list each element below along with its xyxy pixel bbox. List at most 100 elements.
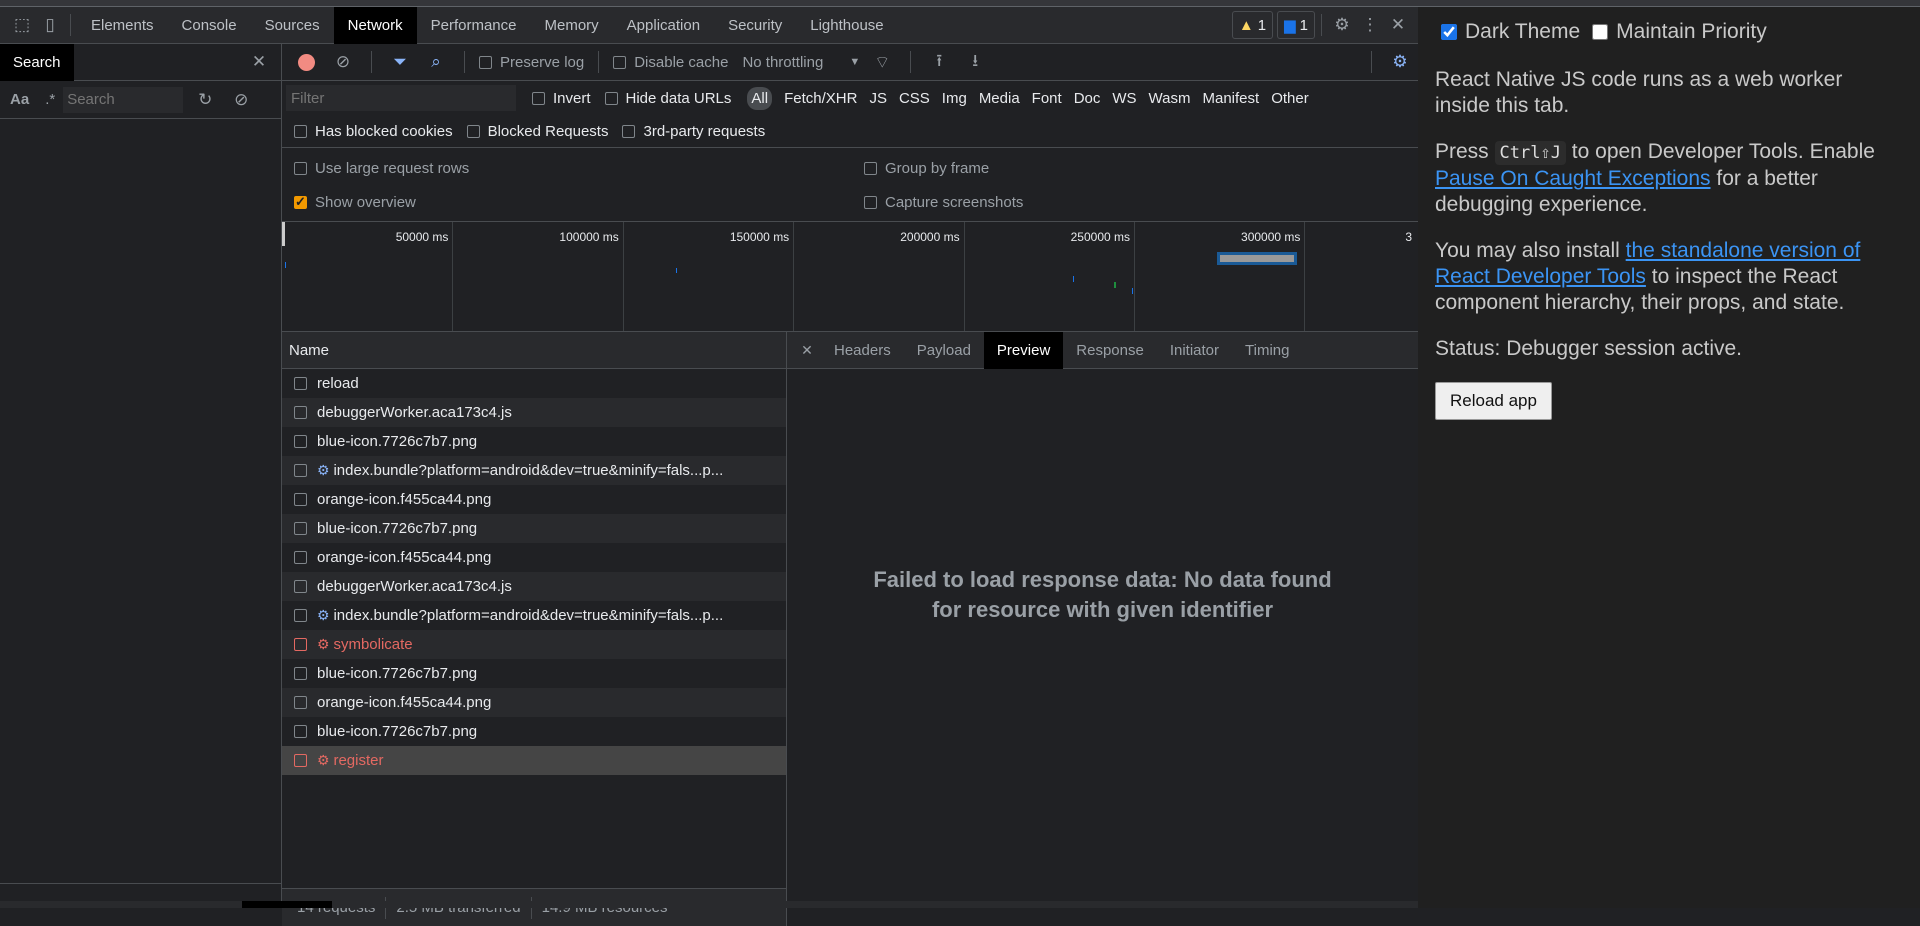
match-case-button[interactable]: Aa <box>10 91 29 108</box>
details-tab-preview[interactable]: Preview <box>983 331 1064 369</box>
inspect-element-icon[interactable]: ⬚ <box>8 11 36 39</box>
request-row[interactable]: blue-icon.7726c7b7.png <box>282 427 786 456</box>
tab-security[interactable]: Security <box>714 7 796 44</box>
clear-search-icon[interactable]: ⊘ <box>227 86 255 114</box>
invert-checkbox[interactable] <box>532 91 545 105</box>
message-line-1: Failed to load response data: No data fo… <box>873 567 1332 592</box>
row-checkbox-icon <box>294 435 307 448</box>
dark-theme-checkbox[interactable] <box>1441 24 1457 40</box>
filter-input[interactable] <box>286 85 516 111</box>
maintain-priority-checkbox[interactable] <box>1592 24 1609 40</box>
filter-type-css[interactable]: CSS <box>899 90 930 107</box>
show-overview-checkbox[interactable] <box>294 194 307 210</box>
large-rows-checkbox[interactable] <box>294 162 307 175</box>
hide-data-urls-checkbox[interactable] <box>604 91 618 105</box>
details-tab-headers[interactable]: Headers <box>821 332 904 369</box>
filter-type-media[interactable]: Media <box>979 90 1020 107</box>
devtools: ⬚ ▯ Elements Console Sources Network Perform… <box>0 6 1418 926</box>
capture-screenshots-checkbox[interactable] <box>864 196 877 209</box>
throttling-select[interactable]: No throttling <box>742 54 823 71</box>
messages-badge[interactable]: ▆ 1 <box>1277 11 1315 39</box>
overview-left-handle[interactable] <box>282 222 285 246</box>
close-search-icon[interactable]: ✕ <box>245 48 273 76</box>
filter-type-wasm[interactable]: Wasm <box>1149 90 1191 107</box>
disable-cache-checkbox[interactable] <box>613 55 627 69</box>
record-icon[interactable] <box>298 53 315 71</box>
network-overview[interactable]: 50000 ms 100000 ms 150000 ms 200000 ms 25000… <box>282 222 1418 332</box>
network-conditions-icon[interactable]: ⌔ <box>868 48 896 76</box>
filter-type-all[interactable]: All <box>747 86 773 110</box>
device-toolbar-icon[interactable]: ▯ <box>36 11 64 39</box>
network-settings-icon[interactable]: ⚙ <box>1386 48 1414 76</box>
details-tab-payload[interactable]: Payload <box>904 332 984 369</box>
request-name-text: reload <box>317 375 359 392</box>
tab-console[interactable]: Console <box>168 7 251 44</box>
has-blocked-cookies-checkbox[interactable] <box>294 124 307 138</box>
group-by-frame-label: Group by frame <box>885 160 990 177</box>
request-row[interactable]: orange-icon.f455ca44.png <box>282 543 786 572</box>
close-devtools-icon[interactable]: ✕ <box>1384 11 1412 39</box>
search-icon[interactable]: ⌕ <box>422 48 450 76</box>
filter-type-doc[interactable]: Doc <box>1074 90 1101 107</box>
filter-type-img[interactable]: Img <box>942 90 967 107</box>
request-row[interactable]: orange-icon.f455ca44.png <box>282 688 786 717</box>
tab-performance[interactable]: Performance <box>417 7 531 44</box>
tab-network[interactable]: Network <box>333 6 417 44</box>
request-name-text: orange-icon.f455ca44.png <box>317 491 492 508</box>
reload-app-button[interactable]: Reload app <box>1435 382 1552 420</box>
filter-type-js[interactable]: JS <box>869 90 887 107</box>
request-row[interactable]: debuggerWorker.aca173c4.js <box>282 572 786 601</box>
filter-type-manifest[interactable]: Manifest <box>1203 90 1260 107</box>
warning-icon: ▲ <box>1238 16 1254 34</box>
request-row[interactable]: blue-icon.7726c7b7.png <box>282 717 786 746</box>
request-row[interactable]: blue-icon.7726c7b7.png <box>282 659 786 688</box>
overview-tick-label: 250000 ms <box>1070 230 1130 244</box>
refresh-icon[interactable]: ↻ <box>191 86 219 114</box>
name-column-header[interactable]: Name <box>282 332 786 369</box>
clear-icon[interactable]: ⊘ <box>329 48 357 76</box>
search-panel-tab[interactable]: Search <box>0 43 74 81</box>
request-name: ⚙ index.bundle?platform=android&dev=true… <box>317 462 723 479</box>
tab-memory[interactable]: Memory <box>531 7 613 44</box>
settings-gear-icon[interactable]: ⚙ <box>1328 11 1356 39</box>
request-name-text: debuggerWorker.aca173c4.js <box>317 578 512 595</box>
third-party-checkbox[interactable] <box>622 124 636 138</box>
request-row[interactable]: ⚙ register <box>282 746 786 775</box>
tab-sources[interactable]: Sources <box>251 7 334 44</box>
export-har-icon[interactable]: ⭳ <box>961 48 989 76</box>
request-row[interactable]: debuggerWorker.aca173c4.js <box>282 398 786 427</box>
filter-type-ws[interactable]: WS <box>1112 90 1136 107</box>
filter-icon[interactable]: ⏷ <box>386 48 414 76</box>
details-tab-initiator[interactable]: Initiator <box>1157 332 1232 369</box>
warnings-badge[interactable]: ▲ 1 <box>1231 11 1274 39</box>
tab-elements[interactable]: Elements <box>77 7 168 44</box>
request-row[interactable]: reload <box>282 369 786 398</box>
import-har-icon[interactable]: ⭱ <box>925 48 953 76</box>
group-by-frame-checkbox[interactable] <box>864 162 877 175</box>
row-checkbox-icon <box>294 725 307 738</box>
preserve-log-checkbox[interactable] <box>479 55 492 69</box>
request-row[interactable]: orange-icon.f455ca44.png <box>282 485 786 514</box>
filter-type-fetchxhr[interactable]: Fetch/XHR <box>784 90 857 107</box>
request-row[interactable]: ⚙ index.bundle?platform=android&dev=true… <box>282 601 786 630</box>
request-row[interactable]: blue-icon.7726c7b7.png <box>282 514 786 543</box>
request-row[interactable]: ⚙ index.bundle?platform=android&dev=true… <box>282 456 786 485</box>
details-tab-response[interactable]: Response <box>1063 332 1157 369</box>
details-tab-timing[interactable]: Timing <box>1232 332 1302 369</box>
blocked-requests-checkbox[interactable] <box>466 124 480 138</box>
overview-selection-bar <box>1217 252 1297 265</box>
dark-theme-label: Dark Theme <box>1465 20 1581 43</box>
request-row[interactable]: ⚙ symbolicate <box>282 630 786 659</box>
regex-button[interactable]: .* <box>45 91 55 108</box>
request-name: reload <box>317 375 359 392</box>
close-details-icon[interactable]: ✕ <box>793 336 821 364</box>
search-input[interactable] <box>63 86 184 113</box>
overview-tick-label: 300000 ms <box>1241 230 1301 244</box>
divider <box>1321 14 1322 36</box>
pause-exceptions-link[interactable]: Pause On Caught Exceptions <box>1435 167 1711 190</box>
tab-lighthouse[interactable]: Lighthouse <box>796 7 897 44</box>
filter-type-font[interactable]: Font <box>1032 90 1062 107</box>
filter-type-other[interactable]: Other <box>1271 90 1309 107</box>
tab-application[interactable]: Application <box>613 7 714 44</box>
more-options-icon[interactable]: ⋮ <box>1356 11 1384 39</box>
